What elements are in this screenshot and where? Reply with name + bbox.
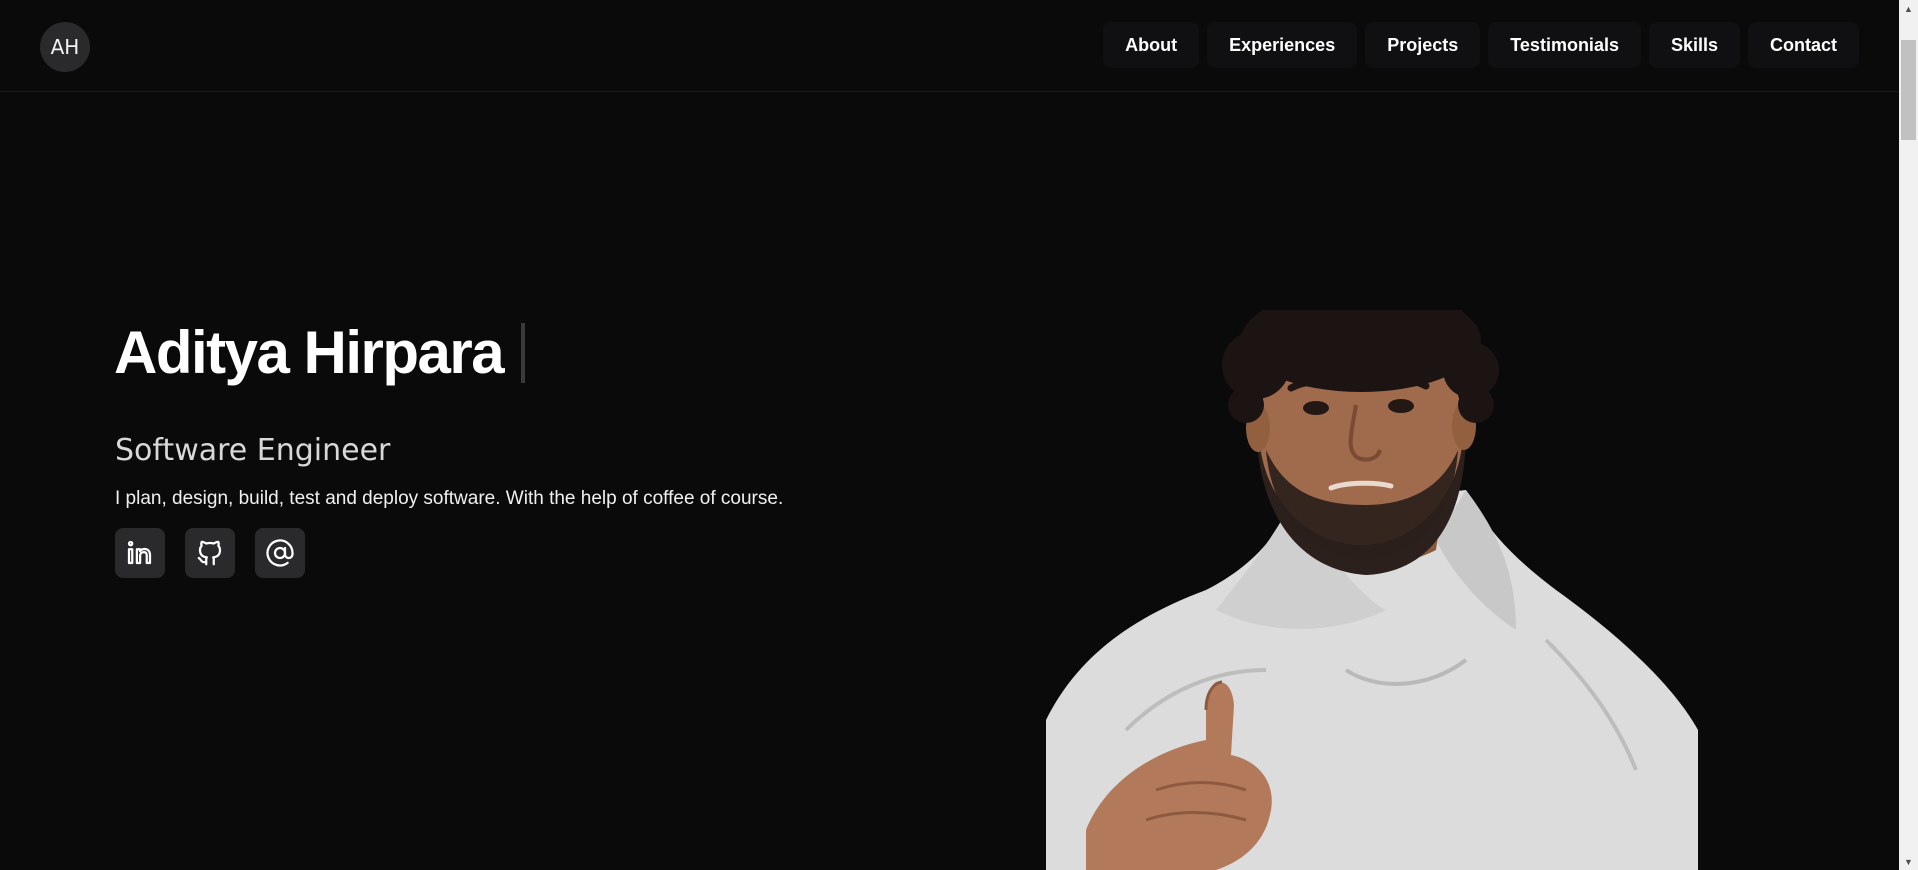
nav-projects[interactable]: Projects (1365, 22, 1481, 68)
nav-experiences[interactable]: Experiences (1207, 22, 1358, 68)
linkedin-icon (127, 540, 152, 565)
nav-testimonials-label: Testimonials (1510, 34, 1619, 55)
nav-experiences-label: Experiences (1229, 34, 1336, 55)
github-icon (197, 540, 222, 566)
nav-skills-label: Skills (1670, 34, 1718, 55)
hero-description: I plan, design, build, test and deploy s… (115, 488, 784, 509)
typing-caret (521, 322, 526, 383)
scroll-thumb[interactable] (1901, 40, 1916, 140)
hero-name-wrapper: Aditya Hirpara (114, 318, 526, 387)
nav-about-label: About (1125, 34, 1178, 55)
nav-testimonials[interactable]: Testimonials (1488, 22, 1641, 68)
hero-name: Aditya Hirpara (114, 319, 505, 386)
logo-avatar[interactable]: AH (40, 22, 90, 72)
main-nav: About Experiences Projects Testimonials … (1103, 22, 1859, 68)
hero-title: Software Engineer (115, 433, 391, 468)
page: AH About Experiences Projects Testimonia… (0, 0, 1918, 870)
nav-contact-label: Contact (1770, 34, 1837, 55)
github-button[interactable] (185, 528, 235, 578)
nav-skills[interactable]: Skills (1648, 22, 1740, 68)
scroll-up-arrow-icon[interactable]: ▲ (1899, 0, 1918, 17)
email-button[interactable] (255, 528, 305, 578)
scroll-down-arrow-icon[interactable]: ▼ (1899, 853, 1918, 870)
at-sign-icon (266, 539, 294, 567)
nav-projects-label: Projects (1387, 34, 1459, 55)
profile-photo (1046, 310, 1698, 870)
nav-contact[interactable]: Contact (1748, 22, 1859, 68)
site-header: AH About Experiences Projects Testimonia… (0, 0, 1899, 92)
nav-about[interactable]: About (1103, 22, 1200, 68)
logo-text: AH (50, 35, 80, 59)
linkedin-button[interactable] (115, 528, 165, 578)
social-links (115, 528, 305, 578)
scrollbar[interactable]: ▲ ▼ (1899, 0, 1918, 870)
